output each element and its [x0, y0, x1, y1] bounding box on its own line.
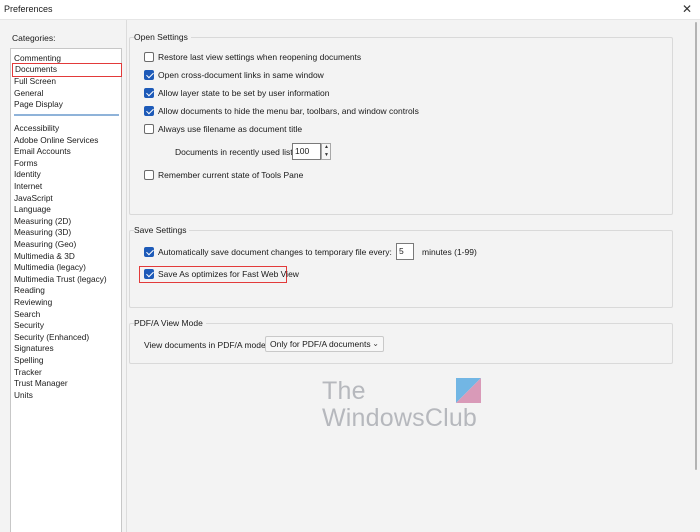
category-item-adobe-online-services[interactable]: Adobe Online Services	[14, 135, 98, 146]
open-settings-title: Open Settings	[134, 32, 191, 42]
stepper-up-icon[interactable]: ▲	[323, 144, 330, 151]
category-item-full-screen[interactable]: Full Screen	[14, 76, 56, 87]
category-item-language[interactable]: Language	[14, 204, 51, 215]
hide-menu-bar-label: Allow documents to hide the menu bar, to…	[158, 106, 419, 116]
category-item-trust-manager[interactable]: Trust Manager	[14, 378, 68, 389]
autosave-label: Automatically save document changes to t…	[158, 247, 392, 257]
fast-web-view-label: Save As optimizes for Fast Web View	[158, 269, 299, 279]
watermark-text: The WindowsClub	[322, 378, 477, 432]
scrollbar-thumb[interactable]	[695, 22, 697, 470]
autosave-unit-label: minutes (1-99)	[422, 247, 477, 257]
category-item-email-accounts[interactable]: Email Accounts	[14, 146, 71, 157]
layer-state-label: Allow layer state to be set by user info…	[158, 88, 330, 98]
category-item-search[interactable]: Search	[14, 309, 40, 320]
watermark-line-2: WindowsClub	[322, 404, 478, 432]
remember-tools-pane-checkbox[interactable]	[144, 170, 154, 180]
category-item-security[interactable]: Security	[14, 320, 44, 331]
recent-list-stepper[interactable]: ▲ ▼	[321, 143, 331, 160]
pane-divider	[126, 20, 127, 532]
category-item-forms[interactable]: Forms	[14, 158, 38, 169]
category-item-measuring-2d[interactable]: Measuring (2D)	[14, 216, 71, 227]
category-item-multimedia-3d[interactable]: Multimedia & 3D	[14, 251, 75, 262]
category-item-javascript[interactable]: JavaScript	[14, 193, 53, 204]
category-item-measuring-geo[interactable]: Measuring (Geo)	[14, 239, 76, 250]
categories-list[interactable]: Commenting Documents Full Screen General…	[10, 48, 122, 532]
title-bar: Preferences ✕	[0, 0, 700, 20]
category-item-internet[interactable]: Internet	[14, 181, 42, 192]
close-icon[interactable]: ✕	[682, 2, 692, 16]
filename-title-label: Always use filename as document title	[158, 124, 303, 134]
cross-doc-links-checkbox[interactable]	[144, 70, 154, 80]
category-separator	[14, 114, 119, 116]
pdfa-mode-value: Only for PDF/A documents	[270, 339, 371, 349]
category-item-identity[interactable]: Identity	[14, 169, 41, 180]
restore-last-view-checkbox[interactable]	[144, 52, 154, 62]
pdfa-mode-select[interactable]: Only for PDF/A documents ⌄	[265, 336, 384, 352]
autosave-interval-input[interactable]: 5	[396, 243, 414, 260]
categories-label: Categories:	[12, 33, 56, 43]
cross-doc-links-label: Open cross-document links in same window	[158, 70, 324, 80]
save-settings-title: Save Settings	[134, 225, 190, 235]
category-item-accessibility[interactable]: Accessibility	[14, 123, 59, 134]
fast-web-view-option[interactable]: Save As optimizes for Fast Web View	[144, 269, 299, 280]
fast-web-view-checkbox[interactable]	[144, 269, 154, 279]
window-title: Preferences	[4, 4, 53, 14]
autosave-checkbox[interactable]	[144, 247, 154, 257]
category-item-reading[interactable]: Reading	[14, 285, 45, 296]
category-item-documents[interactable]: Documents	[12, 63, 122, 77]
layer-state-checkbox[interactable]	[144, 88, 154, 98]
hide-menu-bar-option[interactable]: Allow documents to hide the menu bar, to…	[144, 106, 419, 117]
category-item-tracker[interactable]: Tracker	[14, 367, 42, 378]
chevron-down-icon: ⌄	[372, 339, 379, 348]
category-item-spelling[interactable]: Spelling	[14, 355, 44, 366]
pdfa-title: PDF/A View Mode	[134, 318, 206, 328]
category-item-reviewing[interactable]: Reviewing	[14, 297, 52, 308]
category-item-measuring-3d[interactable]: Measuring (3D)	[14, 227, 71, 238]
filename-title-checkbox[interactable]	[144, 124, 154, 134]
autosave-option[interactable]: Automatically save document changes to t…	[144, 247, 392, 258]
hide-menu-bar-checkbox[interactable]	[144, 106, 154, 116]
pdfa-mode-label: View documents in PDF/A mode:	[144, 340, 269, 350]
category-item-page-display[interactable]: Page Display	[14, 99, 63, 110]
category-item-units[interactable]: Units	[14, 390, 33, 401]
category-item-general[interactable]: General	[14, 88, 44, 99]
filename-title-option[interactable]: Always use filename as document title	[144, 124, 302, 135]
recent-list-label: Documents in recently used list:	[175, 147, 295, 157]
remember-tools-pane-option[interactable]: Remember current state of Tools Pane	[144, 170, 303, 181]
restore-last-view-label: Restore last view settings when reopenin…	[158, 52, 362, 62]
cross-doc-links-option[interactable]: Open cross-document links in same window	[144, 70, 324, 81]
recent-list-input[interactable]: 100	[292, 143, 321, 160]
watermark-line-1: The	[322, 377, 366, 405]
restore-last-view-option[interactable]: Restore last view settings when reopenin…	[144, 52, 361, 63]
category-item-multimedia-trust-legacy[interactable]: Multimedia Trust (legacy)	[14, 274, 107, 285]
watermark-logo-icon	[456, 378, 481, 403]
stepper-down-icon[interactable]: ▼	[323, 152, 330, 159]
layer-state-option[interactable]: Allow layer state to be set by user info…	[144, 88, 330, 99]
category-item-multimedia-legacy[interactable]: Multimedia (legacy)	[14, 262, 86, 273]
category-item-security-enhanced[interactable]: Security (Enhanced)	[14, 332, 89, 343]
category-item-signatures[interactable]: Signatures	[14, 343, 54, 354]
remember-tools-pane-label: Remember current state of Tools Pane	[158, 170, 304, 180]
